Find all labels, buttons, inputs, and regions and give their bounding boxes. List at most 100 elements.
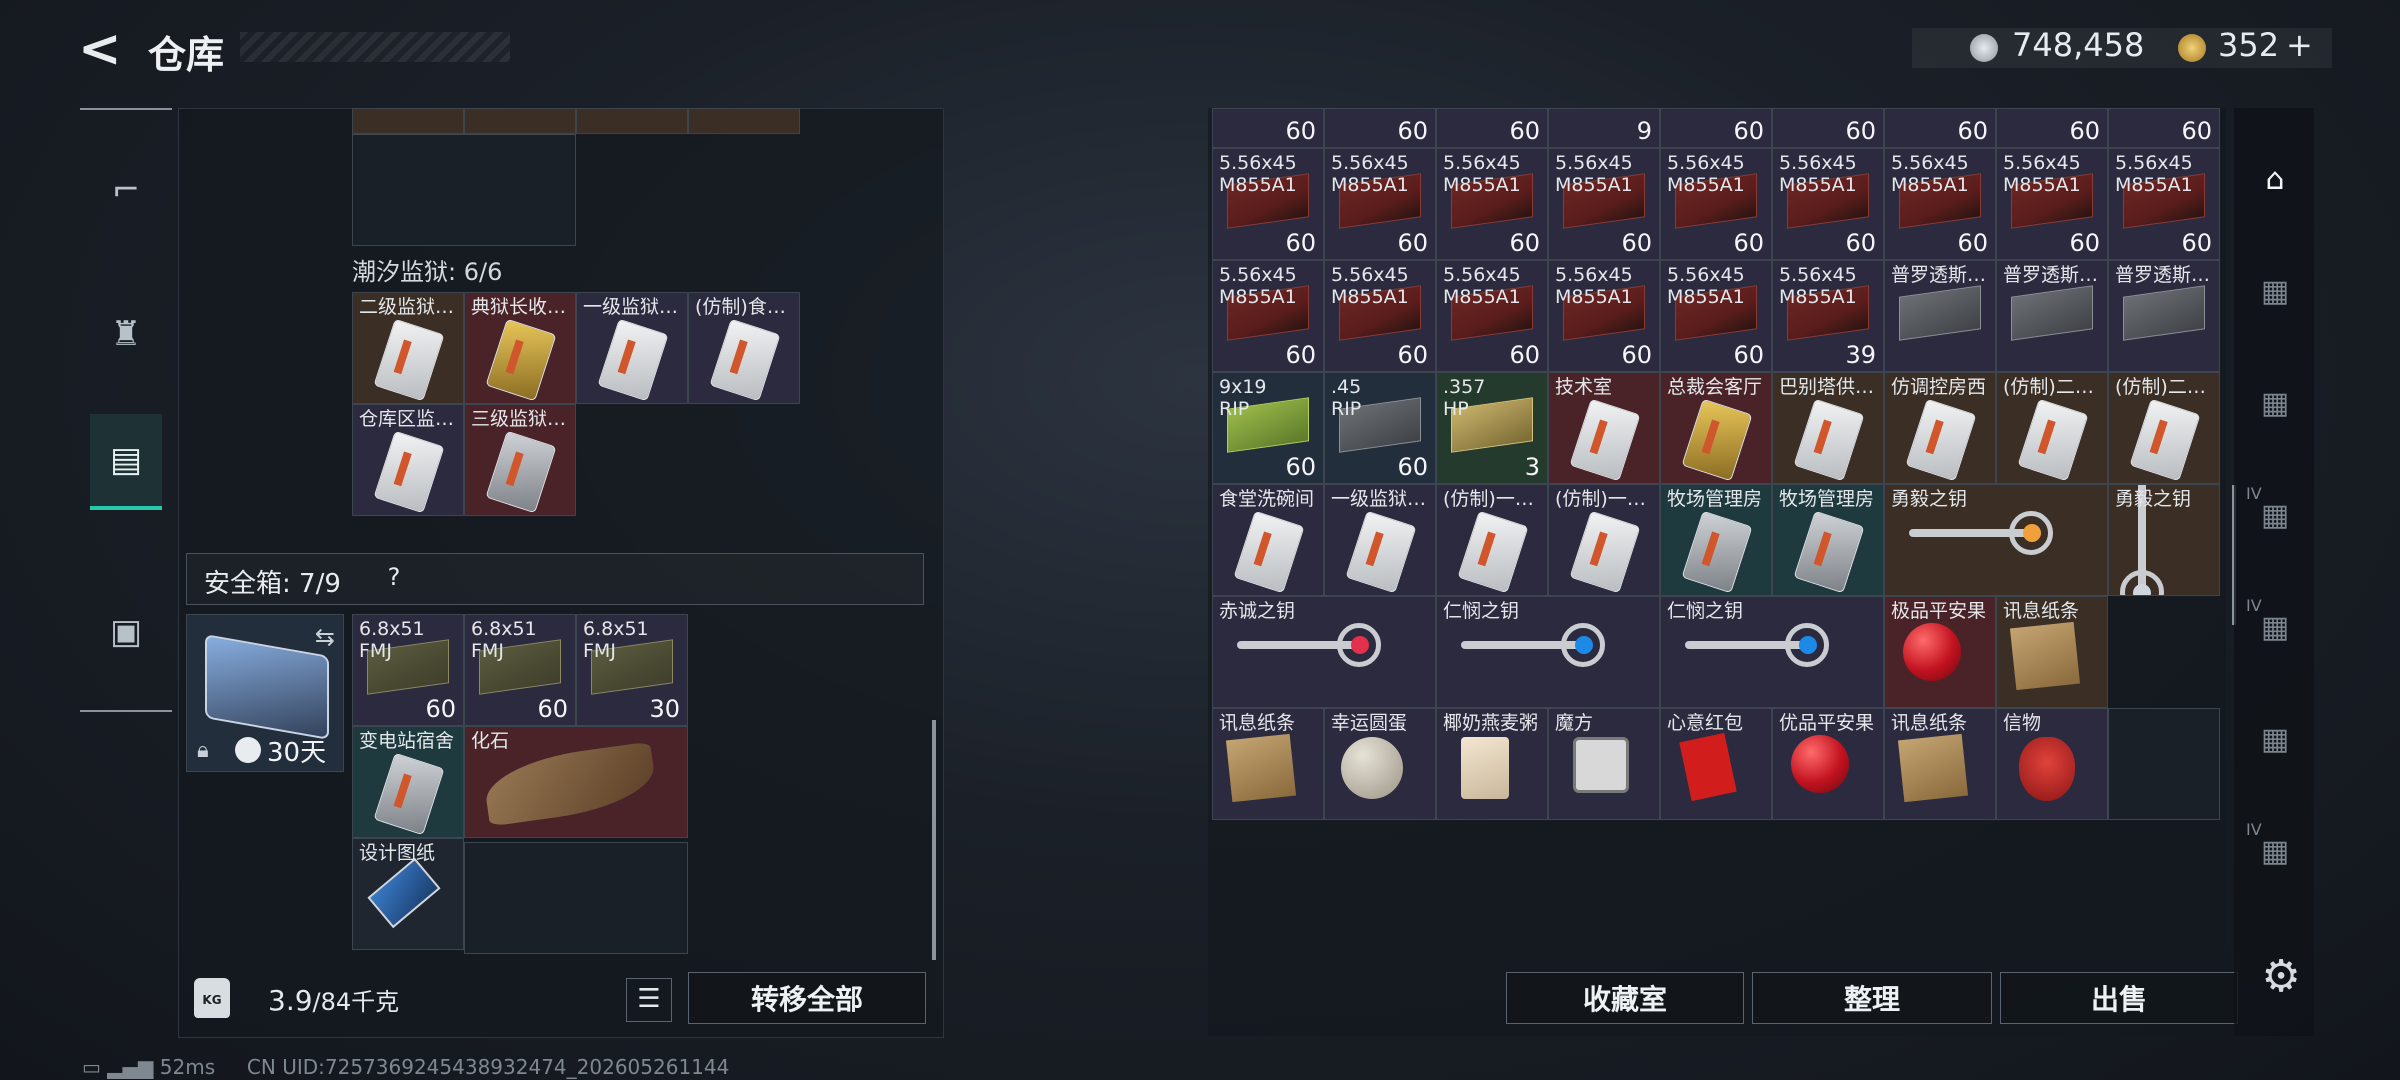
inventory-item[interactable]: 5.56x45 M855A1 60 (1436, 260, 1548, 372)
item-label: 5.56x45 M855A1 (1443, 264, 1521, 308)
inventory-item[interactable]: 椰奶燕麦粥 (1436, 708, 1548, 820)
inventory-item[interactable]: 60 (2108, 108, 2220, 148)
inventory-item[interactable]: 5.56x45 M855A1 60 (1660, 260, 1772, 372)
inventory-item[interactable]: 牧场管理房 (1772, 484, 1884, 596)
inventory-item[interactable]: 5.56x45 M855A1 60 (1324, 260, 1436, 372)
warehouse-tab[interactable]: ▦ (2244, 708, 2306, 770)
inventory-item[interactable]: 仁悯之钥 (1436, 596, 1660, 708)
inventory-cell[interactable] (352, 108, 464, 134)
inventory-item[interactable]: 赤诚之钥 (1212, 596, 1436, 708)
swap-icon[interactable]: ⇆ (315, 623, 335, 651)
warehouse-tab[interactable]: ▦ IV (2244, 820, 2306, 882)
inventory-item[interactable]: 5.56x45 M855A1 60 (1996, 148, 2108, 260)
empty-slot[interactable] (2108, 708, 2220, 820)
inventory-item[interactable]: 60 (1212, 108, 1324, 148)
inventory-item[interactable]: 牧场管理房 (1660, 484, 1772, 596)
inventory-item[interactable]: 讯息纸条 (1212, 708, 1324, 820)
inventory-item[interactable]: 5.56x45 M855A1 60 (1324, 148, 1436, 260)
list-view-icon[interactable]: ☰ (626, 978, 672, 1022)
inventory-item[interactable]: 9x19 RIP 60 (1212, 372, 1324, 484)
inventory-item[interactable]: 6.8x51 FMJ 60 (464, 614, 576, 726)
inventory-item[interactable]: 5.56x45 M855A1 60 (1548, 148, 1660, 260)
inventory-item[interactable]: 极品平安果 (1884, 596, 1996, 708)
inventory-item[interactable]: 一级监狱… (1324, 484, 1436, 596)
inventory-item[interactable]: 幸运圆蛋 (1324, 708, 1436, 820)
help-icon[interactable]: ? (377, 563, 411, 593)
inventory-item[interactable]: 60 (1772, 108, 1884, 148)
safebox-slot[interactable]: ⇆ 🔒︎ 30天 (186, 614, 344, 772)
inventory-item[interactable]: 60 (1660, 108, 1772, 148)
inventory-item[interactable]: 二级监狱… (352, 292, 464, 404)
inventory-item[interactable]: 信物 (1996, 708, 2108, 820)
inventory-item[interactable]: 巴别塔供… (1772, 372, 1884, 484)
inventory-item[interactable]: 变电站宿舍 (352, 726, 464, 838)
inventory-item[interactable]: 普罗透斯… (2108, 260, 2220, 372)
inventory-item[interactable]: 5.56x45 M855A1 60 (1660, 148, 1772, 260)
inventory-item[interactable]: (仿制)一… (1548, 484, 1660, 596)
inventory-item[interactable]: 60 (1324, 108, 1436, 148)
back-button[interactable]: < (78, 23, 128, 75)
inventory-item[interactable]: 勇毅之钥 (2108, 484, 2220, 596)
nav-backpack-icon[interactable]: ▤ (90, 414, 162, 510)
inventory-item[interactable]: 5.56x45 M855A1 60 (1772, 148, 1884, 260)
inventory-item[interactable]: 设计图纸 (352, 838, 464, 950)
warehouse-tab[interactable]: ▦ (2244, 372, 2306, 434)
nav-briefcase-icon[interactable]: ▣ (90, 596, 162, 668)
inventory-item[interactable]: 勇毅之钥 (1884, 484, 2108, 596)
inventory-cell[interactable] (688, 108, 800, 134)
warehouse-tab[interactable]: ▦ IV (2244, 484, 2306, 546)
inventory-item[interactable]: .357 HP 3 (1436, 372, 1548, 484)
inventory-cell[interactable] (464, 108, 576, 134)
inventory-item[interactable]: (仿制)一… (1436, 484, 1548, 596)
inventory-item[interactable]: 5.56x45 M855A1 60 (1436, 148, 1548, 260)
inventory-item[interactable]: 优品平安果 (1772, 708, 1884, 820)
inventory-item[interactable]: 讯息纸条 (1884, 708, 1996, 820)
inventory-item[interactable]: 技术室 (1548, 372, 1660, 484)
transfer-all-button[interactable]: 转移全部 (688, 972, 926, 1024)
inventory-item[interactable]: 60 (1884, 108, 1996, 148)
inventory-item[interactable]: 60 (1996, 108, 2108, 148)
nav-armor-icon[interactable]: ♜ (90, 298, 162, 370)
inventory-item[interactable]: 一级监狱… (576, 292, 688, 404)
add-currency-button[interactable]: + (2286, 26, 2313, 64)
inventory-item[interactable]: 5.56x45 M855A1 60 (1212, 260, 1324, 372)
warehouse-tab[interactable]: ▦ (2244, 260, 2306, 322)
inventory-item[interactable]: 6.8x51 FMJ 60 (352, 614, 464, 726)
inventory-item[interactable]: 5.56x45 M855A1 60 (1548, 260, 1660, 372)
inventory-cell[interactable] (576, 108, 688, 134)
inventory-item[interactable]: 三级监狱… (464, 404, 576, 516)
left-scrollbar[interactable] (932, 720, 936, 960)
collection-room-button[interactable]: 收藏室 (1506, 972, 1744, 1024)
inventory-item[interactable]: .45 RIP 60 (1324, 372, 1436, 484)
inventory-item[interactable]: 5.56x45 M855A1 60 (1884, 148, 1996, 260)
empty-slot[interactable] (352, 134, 576, 246)
inventory-item[interactable]: 典狱长收… (464, 292, 576, 404)
nav-gun-icon[interactable]: ⌐ (90, 154, 162, 226)
inventory-item[interactable]: 魔方 (1548, 708, 1660, 820)
inventory-item[interactable]: 9 (1548, 108, 1660, 148)
inventory-item[interactable]: 普罗透斯… (1884, 260, 1996, 372)
inventory-item[interactable]: 讯息纸条 (1996, 596, 2108, 708)
inventory-item[interactable]: (仿制)食… (688, 292, 800, 404)
warehouse-tab[interactable]: ⌂ (2244, 148, 2306, 210)
sort-button[interactable]: 整理 (1752, 972, 1992, 1024)
inventory-item[interactable]: 5.56x45 M855A1 60 (2108, 148, 2220, 260)
inventory-item[interactable]: (仿制)二… (2108, 372, 2220, 484)
inventory-item[interactable]: 总裁会客厅 (1660, 372, 1772, 484)
inventory-item[interactable]: 仁悯之钥 (1660, 596, 1884, 708)
empty-slot[interactable] (464, 842, 688, 954)
inventory-item[interactable]: 仓库区监… (352, 404, 464, 516)
inventory-item[interactable]: 食堂洗碗间 (1212, 484, 1324, 596)
inventory-item[interactable]: 60 (1436, 108, 1548, 148)
inventory-item[interactable]: (仿制)二… (1996, 372, 2108, 484)
inventory-item[interactable]: 5.56x45 M855A1 39 (1772, 260, 1884, 372)
inventory-item[interactable]: 化石 (464, 726, 688, 838)
inventory-item[interactable]: 6.8x51 FMJ 30 (576, 614, 688, 726)
gear-icon[interactable]: ⚙ (2256, 952, 2306, 1002)
sell-button[interactable]: 出售 (2000, 972, 2238, 1024)
inventory-item[interactable]: 心意红包 (1660, 708, 1772, 820)
inventory-item[interactable]: 5.56x45 M855A1 60 (1212, 148, 1324, 260)
inventory-item[interactable]: 普罗透斯… (1996, 260, 2108, 372)
warehouse-tab[interactable]: ▦ IV (2244, 596, 2306, 658)
inventory-item[interactable]: 仿调控房西 (1884, 372, 1996, 484)
